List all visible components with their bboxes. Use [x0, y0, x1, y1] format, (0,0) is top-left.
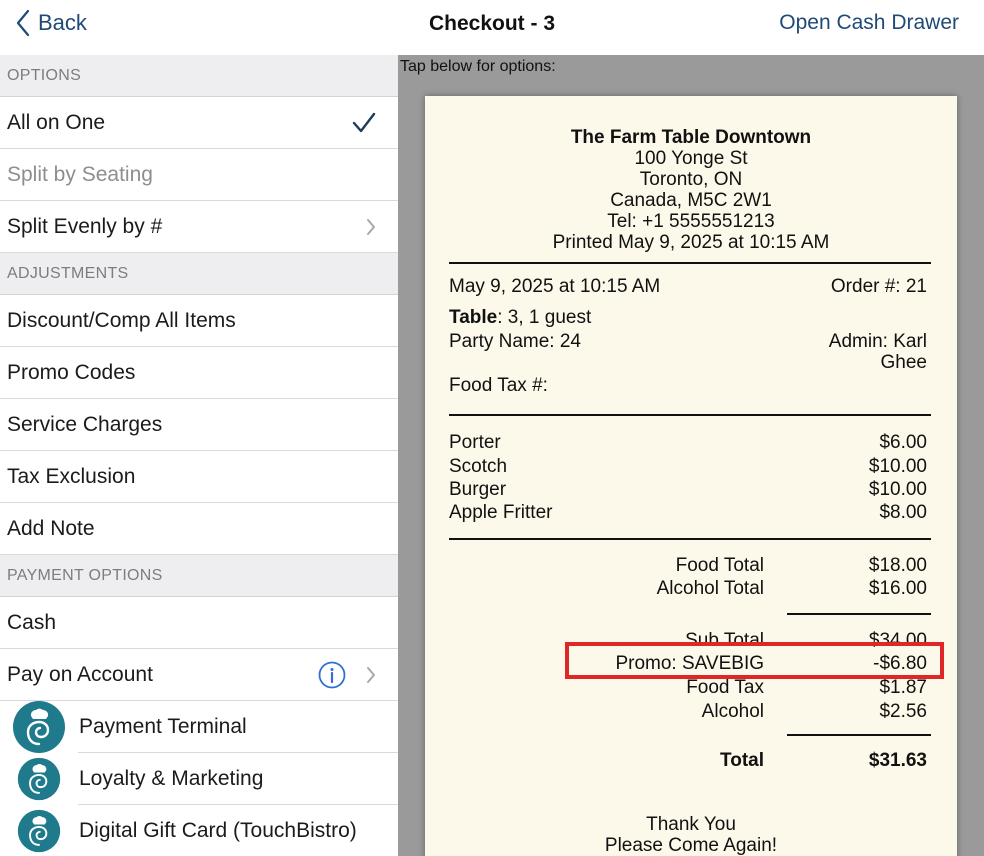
phone-line: Tel: +1 5555551213: [607, 211, 775, 232]
food-tax-value: $1.87: [879, 677, 927, 698]
thank-you-line: Thank You: [646, 814, 736, 835]
page-title: Checkout - 3: [428, 12, 556, 35]
navigation-bar: Back Checkout - 3 Open Cash Drawer: [0, 0, 984, 55]
divider: [449, 262, 931, 264]
food-total-value: $18.00: [868, 555, 927, 576]
order-datetime: May 9, 2025 at 10:15 AM: [449, 276, 661, 297]
adjustment-service-charges[interactable]: Service Charges: [0, 399, 398, 451]
alcohol-total-value: $16.00: [868, 578, 927, 599]
adjustment-label: Discount/Comp All Items: [7, 308, 236, 332]
address-line: 100 Yonge St: [634, 148, 748, 169]
section-header-payment-options: PAYMENT OPTIONS: [0, 555, 398, 597]
line-item-price: $10.00: [868, 479, 927, 500]
divider: [449, 414, 931, 416]
line-item-price: $10.00: [868, 456, 927, 477]
receipt-instruction: Tap below for options:: [400, 58, 556, 75]
payment-label: Pay on Account: [7, 662, 153, 686]
address-line: Toronto, ON: [639, 169, 743, 190]
line-item-price: $8.00: [879, 502, 927, 523]
back-button[interactable]: Back: [16, 8, 87, 38]
payment-label: Payment Terminal: [78, 701, 398, 753]
section-header-options: OPTIONS: [0, 55, 398, 97]
total-label: Total: [720, 750, 764, 771]
checkout-options-panel: OPTIONS All on One Split by Seating Spli…: [0, 55, 398, 856]
chevron-left-icon: [16, 9, 30, 37]
touchbistro-chef-icon: [13, 701, 65, 753]
line-item-name: Scotch: [449, 456, 508, 477]
address-line: Canada, M5C 2W1: [610, 190, 772, 211]
receipt-preview-panel: Tap below for options: The Farm Table Do…: [398, 55, 984, 856]
touchbistro-chef-icon: [17, 757, 61, 801]
adjustment-label: Tax Exclusion: [7, 464, 136, 488]
digital-gift-card[interactable]: Digital Gift Card (TouchBistro): [0, 805, 398, 856]
option-split-by-seating: Split by Seating: [0, 149, 398, 201]
divider: [787, 613, 931, 615]
food-total-label: Food Total: [675, 555, 764, 576]
alcohol-tax-value: $2.56: [879, 701, 927, 722]
info-icon[interactable]: [318, 661, 346, 689]
thank-you-line: Please Come Again!: [604, 835, 778, 856]
adjustment-promo-codes[interactable]: Promo Codes: [0, 347, 398, 399]
adjustment-add-note[interactable]: Add Note: [0, 503, 398, 555]
food-tax-label: Food Tax: [686, 677, 764, 698]
restaurant-name: The Farm Table Downtown: [570, 127, 812, 148]
alcohol-total-label: Alcohol Total: [656, 578, 764, 599]
party-name: Party Name: 24: [449, 331, 581, 352]
loyalty-marketing[interactable]: Loyalty & Marketing: [0, 753, 398, 805]
option-label: Split Evenly by #: [7, 214, 163, 238]
checkmark-icon: [352, 112, 376, 132]
line-item-name: Burger: [449, 479, 507, 500]
section-header-adjustments: ADJUSTMENTS: [0, 253, 398, 295]
option-split-evenly[interactable]: Split Evenly by #: [0, 201, 398, 253]
option-label: Split by Seating: [7, 162, 153, 186]
admin-line: Admin: Karl: [828, 331, 927, 352]
table-label: Table: [449, 307, 498, 328]
chevron-right-icon: [367, 218, 375, 235]
chevron-right-icon: [367, 666, 375, 683]
table-value: : 3, 1 guest: [497, 307, 592, 328]
payment-cash[interactable]: Cash: [0, 597, 398, 649]
payment-terminal[interactable]: Payment Terminal: [0, 701, 398, 753]
touchbistro-chef-icon: [17, 809, 61, 853]
payment-pay-on-account[interactable]: Pay on Account: [0, 649, 398, 701]
alcohol-tax-label: Alcohol: [701, 701, 764, 722]
payment-label: Cash: [7, 610, 57, 634]
promo-highlight-box: [565, 642, 944, 679]
payment-label: Digital Gift Card (TouchBistro): [78, 805, 398, 856]
payment-label: Loyalty & Marketing: [78, 753, 398, 805]
line-item-price: $6.00: [879, 432, 927, 453]
adjustment-label: Service Charges: [7, 412, 163, 436]
printed-line: Printed May 9, 2025 at 10:15 AM: [552, 232, 830, 253]
adjustment-tax-exclusion[interactable]: Tax Exclusion: [0, 451, 398, 503]
order-number: Order #: 21: [830, 276, 927, 297]
adjustment-discount-comp[interactable]: Discount/Comp All Items: [0, 295, 398, 347]
open-cash-drawer-button[interactable]: Open Cash Drawer: [779, 11, 959, 35]
adjustment-label: Promo Codes: [7, 360, 136, 384]
divider: [449, 538, 931, 540]
table-info: Table: 3, 1 guest: [449, 307, 591, 329]
food-tax-number: Food Tax #:: [449, 375, 548, 396]
option-all-on-one[interactable]: All on One: [0, 97, 398, 149]
admin-line: Ghee: [880, 352, 927, 373]
option-label: All on One: [7, 110, 106, 134]
divider: [787, 734, 931, 736]
total-value: $31.63: [868, 750, 927, 771]
back-label: Back: [38, 10, 87, 35]
line-item-name: Apple Fritter: [449, 502, 553, 523]
adjustment-label: Add Note: [7, 516, 95, 540]
line-item-name: Porter: [449, 432, 501, 453]
receipt[interactable]: The Farm Table Downtown 100 Yonge St Tor…: [425, 96, 957, 856]
